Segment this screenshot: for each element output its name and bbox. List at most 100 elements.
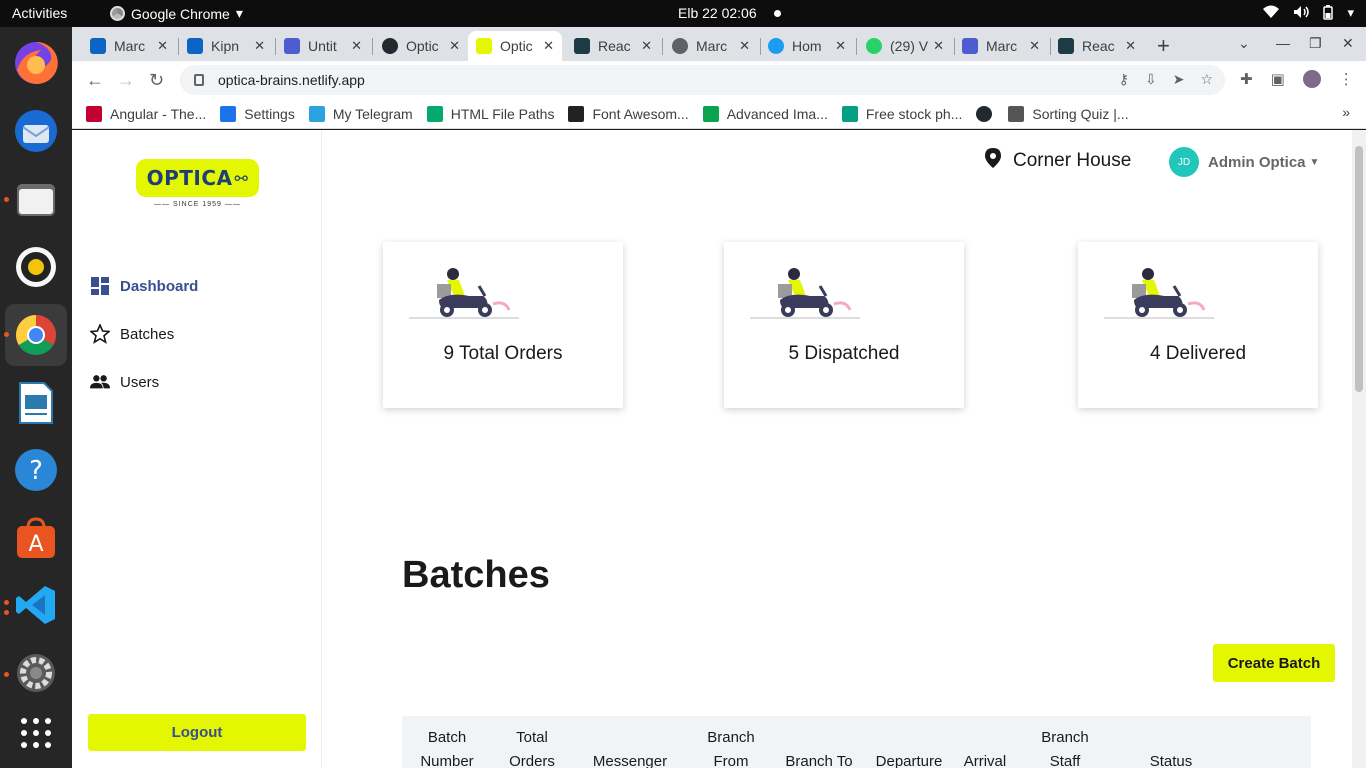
browser-tab[interactable]: Reac ✕ bbox=[1050, 31, 1144, 61]
send-icon[interactable]: ➤ bbox=[1173, 71, 1185, 88]
sidebar-item-batches[interactable]: Batches bbox=[90, 324, 174, 344]
chrome-launcher[interactable] bbox=[5, 304, 67, 366]
files-launcher[interactable] bbox=[11, 174, 61, 224]
show-apps-button[interactable] bbox=[11, 708, 61, 758]
close-window-button[interactable]: ✕ bbox=[1342, 35, 1354, 52]
column-header[interactable]: Branch From bbox=[681, 726, 781, 768]
tab-label: Untit bbox=[308, 38, 337, 54]
bookmark-favicon-icon bbox=[702, 105, 719, 122]
browser-tab[interactable]: Optic ✕ bbox=[468, 31, 562, 61]
logout-button[interactable]: Logout bbox=[88, 714, 306, 751]
whatsapp-icon bbox=[866, 38, 882, 54]
restore-button[interactable]: ❐ bbox=[1309, 35, 1322, 52]
stat-card-dispatched: 5 Dispatched bbox=[724, 242, 964, 408]
key-icon[interactable]: ⚷ bbox=[1119, 71, 1129, 88]
bookmark-item[interactable] bbox=[976, 105, 1000, 122]
tab-search-button[interactable]: ⌄ bbox=[1238, 35, 1250, 52]
svg-text:A: A bbox=[28, 532, 43, 557]
software-launcher[interactable]: A bbox=[11, 513, 61, 563]
close-tab-icon[interactable]: ✕ bbox=[739, 38, 750, 54]
browser-tab[interactable]: Reac ✕ bbox=[566, 31, 660, 61]
help-launcher[interactable]: ? bbox=[11, 445, 61, 495]
close-tab-icon[interactable]: ✕ bbox=[933, 38, 944, 54]
stat-label: 4 Delivered bbox=[1149, 343, 1247, 364]
create-batch-button[interactable]: Create Batch bbox=[1213, 644, 1335, 682]
close-tab-icon[interactable]: ✕ bbox=[835, 38, 846, 54]
browser-tab[interactable]: Kipn ✕ bbox=[179, 31, 273, 61]
store-icon: A bbox=[17, 517, 55, 558]
close-tab-icon[interactable]: ✕ bbox=[157, 38, 168, 54]
side-panel-icon[interactable]: ▣ bbox=[1271, 70, 1285, 88]
app-menu[interactable]: Google Chrome ▾ bbox=[110, 5, 243, 22]
browser-tab[interactable]: Marc ✕ bbox=[82, 31, 176, 61]
user-name: Admin Optica bbox=[1208, 153, 1306, 171]
menu-icon[interactable]: ⋮ bbox=[1339, 70, 1354, 88]
activities-button[interactable]: Activities bbox=[12, 5, 67, 21]
sidebar-item-users[interactable]: Users bbox=[90, 372, 159, 392]
system-tray[interactable]: ▾ bbox=[1263, 5, 1354, 23]
bookmark-favicon-icon bbox=[86, 105, 102, 122]
close-tab-icon[interactable]: ✕ bbox=[543, 38, 554, 54]
gear-icon bbox=[17, 654, 55, 692]
rhythmbox-launcher[interactable] bbox=[11, 242, 61, 292]
location-selector[interactable]: Corner House bbox=[985, 148, 1131, 174]
bookmark-item[interactable]: Angular - The... bbox=[86, 105, 206, 122]
new-tab-button[interactable]: + bbox=[1157, 33, 1170, 59]
bookmark-item[interactable]: Advanced Ima... bbox=[702, 105, 828, 122]
column-header[interactable]: Messenger bbox=[580, 726, 680, 768]
close-tab-icon[interactable]: ✕ bbox=[254, 38, 265, 54]
bookmark-label: Sorting Quiz |... bbox=[1032, 105, 1129, 122]
browser-tab[interactable]: Marc ✕ bbox=[664, 31, 758, 61]
column-header[interactable]: Status bbox=[1121, 726, 1221, 768]
bookmark-item[interactable]: Sorting Quiz |... bbox=[1008, 105, 1129, 122]
page-scrollbar[interactable] bbox=[1352, 130, 1366, 768]
bookmark-star-icon[interactable]: ☆ bbox=[1200, 71, 1213, 88]
help-icon: ? bbox=[15, 449, 57, 491]
browser-tab[interactable]: Marc ✕ bbox=[954, 31, 1048, 61]
browser-tab[interactable]: Untit ✕ bbox=[276, 31, 370, 61]
column-header[interactable]: Branch Staff bbox=[1015, 726, 1115, 768]
bookmark-item[interactable]: Settings bbox=[220, 105, 295, 122]
minimize-button[interactable]: — bbox=[1276, 35, 1290, 51]
install-icon[interactable]: ⇩ bbox=[1145, 71, 1157, 88]
document-icon bbox=[19, 382, 53, 424]
browser-tab[interactable]: (29) V ✕ bbox=[858, 31, 952, 61]
close-tab-icon[interactable]: ✕ bbox=[1125, 38, 1136, 54]
close-tab-icon[interactable]: ✕ bbox=[641, 38, 652, 54]
settings-launcher[interactable] bbox=[11, 648, 61, 698]
running-indicator bbox=[4, 610, 9, 615]
thunderbird-launcher[interactable] bbox=[11, 106, 61, 156]
forward-button[interactable]: → bbox=[117, 70, 135, 91]
scrollbar-thumb[interactable] bbox=[1355, 146, 1363, 392]
tab-separator bbox=[372, 38, 373, 55]
stat-card-total-orders: 9 Total Orders bbox=[383, 242, 623, 408]
bookmarks-overflow-button[interactable]: » bbox=[1342, 104, 1350, 120]
browser-tab[interactable]: Optic ✕ bbox=[374, 31, 468, 61]
clock[interactable]: Elb 22 02:06 bbox=[678, 5, 757, 21]
bookmark-item[interactable]: Free stock ph... bbox=[841, 105, 962, 122]
bookmark-item[interactable]: Font Awesom... bbox=[568, 105, 689, 122]
back-button[interactable]: ← bbox=[86, 70, 104, 91]
address-bar[interactable]: optica-brains.netlify.app ⚷ ⇩ ➤ ☆ bbox=[180, 65, 1225, 95]
close-tab-icon[interactable]: ✕ bbox=[1029, 38, 1040, 54]
volume-icon bbox=[1293, 5, 1310, 23]
sidebar-item-dashboard[interactable]: Dashboard bbox=[90, 276, 198, 296]
close-tab-icon[interactable]: ✕ bbox=[351, 38, 362, 54]
vscode-launcher[interactable] bbox=[11, 580, 61, 630]
reload-button[interactable]: ↻ bbox=[149, 70, 164, 91]
column-header-line2: Messenger bbox=[592, 753, 668, 768]
column-header[interactable]: Branch To bbox=[769, 726, 869, 768]
bookmark-favicon-icon bbox=[1008, 105, 1025, 122]
system-top-bar: Activities Google Chrome ▾ Elb 22 02:06 … bbox=[0, 0, 1366, 27]
close-tab-icon[interactable]: ✕ bbox=[449, 38, 460, 54]
user-menu[interactable]: JD Admin Optica ▼ bbox=[1169, 147, 1319, 177]
profile-avatar[interactable] bbox=[1302, 70, 1321, 88]
bookmark-item[interactable]: My Telegram bbox=[308, 105, 413, 122]
users-icon bbox=[90, 372, 110, 392]
writer-launcher[interactable] bbox=[11, 378, 61, 428]
firefox-launcher[interactable] bbox=[11, 38, 61, 88]
browser-tab[interactable]: Hom ✕ bbox=[760, 31, 854, 61]
column-header[interactable]: Total Orders bbox=[482, 726, 582, 768]
bookmark-item[interactable]: HTML File Paths bbox=[426, 105, 554, 122]
extensions-icon[interactable]: ✚ bbox=[1240, 70, 1253, 88]
